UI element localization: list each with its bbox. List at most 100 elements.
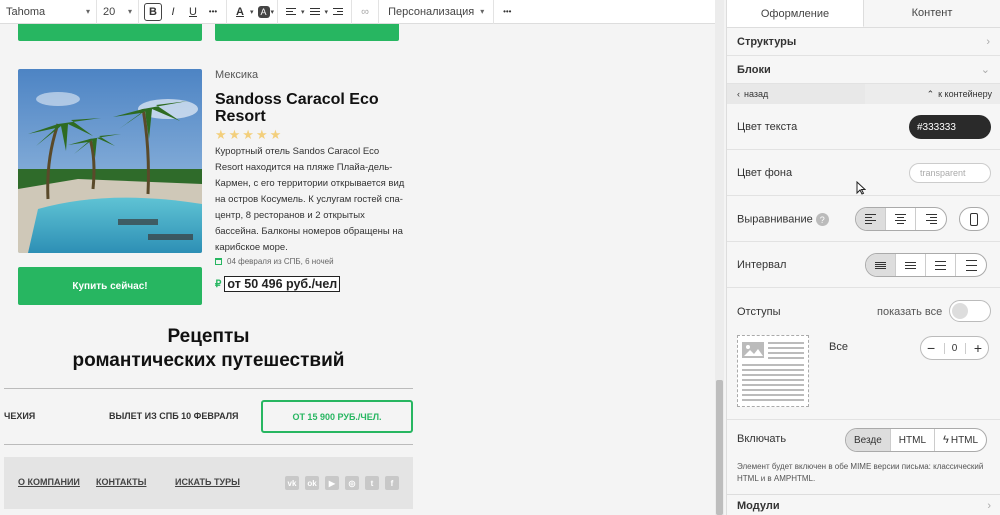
plus-icon[interactable]: + <box>974 340 982 356</box>
bold-button[interactable]: B <box>144 2 162 21</box>
more-options-button[interactable]: ••• <box>498 3 516 21</box>
font-family-select[interactable]: Tahoma ▾ <box>0 0 97 24</box>
padding-label: Отступы <box>737 306 781 318</box>
bg-color-value: transparent <box>920 168 966 178</box>
alignment-segment <box>855 207 947 231</box>
section-blocks-label: Блоки <box>737 63 771 76</box>
hotel-name: Sandoss Caracol Eco Resort <box>215 91 379 125</box>
padding-value[interactable]: 0 <box>943 342 966 354</box>
to-container-button[interactable]: ⌃ к контейнеру <box>865 84 1000 104</box>
lightning-icon: ϟ <box>943 434 949 446</box>
text-color-picker[interactable]: #333333 <box>909 115 991 139</box>
divider <box>4 388 413 389</box>
footer-link-about[interactable]: О КОМПАНИИ <box>18 477 80 487</box>
include-row: Включать Везде HTML ϟ HTML <box>727 420 1000 458</box>
padding-preview <box>737 335 809 407</box>
chevron-down-icon: ⌄ <box>980 64 990 76</box>
panel-tabs: Оформление Контент <box>727 0 1000 28</box>
padding-stepper[interactable]: − 0 + <box>920 336 989 360</box>
trip-dates-text: 04 февраля из СПБ, 6 ночей <box>227 257 334 266</box>
vk-icon[interactable]: vk <box>285 476 299 490</box>
tab-content[interactable]: Контент <box>863 0 1000 27</box>
align-icon[interactable] <box>282 3 300 21</box>
chevron-down-icon: ▾ <box>250 8 254 16</box>
hotel-image <box>18 69 202 253</box>
include-label: Включать <box>737 433 787 445</box>
font-size-value: 20 <box>103 5 116 18</box>
properties-panel: Оформление Контент Структуры › Блоки ⌄ ‹… <box>726 0 1000 515</box>
font-family-value: Tahoma <box>6 5 46 18</box>
bg-color-button[interactable]: A <box>257 5 270 18</box>
include-html-button[interactable]: HTML <box>891 429 936 451</box>
price-text-selected[interactable]: от 50 496 руб./чел <box>224 276 341 292</box>
divider <box>4 444 413 445</box>
mobile-button[interactable] <box>959 207 989 231</box>
youtube-icon[interactable]: ▶ <box>325 476 339 490</box>
ruble-icon: ₽ <box>215 278 222 290</box>
calendar-icon <box>215 258 222 265</box>
row-departure: ВЫЛЕТ ИЗ СПБ 10 ФЕВРАЛЯ <box>109 411 239 421</box>
interval-2-button[interactable] <box>896 254 926 276</box>
interval-label: Интервал <box>737 259 787 271</box>
section-modules[interactable]: Модули › <box>727 494 1000 515</box>
text-color-button[interactable]: A <box>231 3 249 21</box>
twitter-icon[interactable]: t <box>365 476 379 490</box>
bg-color-label: Цвет фона <box>737 167 793 179</box>
help-icon[interactable]: ? <box>815 213 829 226</box>
mouse-cursor-icon <box>856 180 867 200</box>
align-right-button[interactable] <box>916 208 946 230</box>
alignment-row: Выравнивание? <box>727 196 1000 242</box>
buy-now-button[interactable]: Купить сейчас! <box>18 267 202 305</box>
trip-dates: 04 февраля из СПБ, 6 ночей <box>215 257 334 266</box>
chevron-down-icon: ▾ <box>324 8 329 16</box>
italic-button[interactable]: I <box>164 3 182 21</box>
mobile-icon <box>960 208 988 230</box>
interval-3-button[interactable] <box>926 254 956 276</box>
personalization-select[interactable]: Персонализация ▾ <box>382 0 490 24</box>
footer-link-contacts[interactable]: КОНТАКТЫ <box>96 477 146 487</box>
text-color-row: Цвет текста #333333 <box>727 104 1000 150</box>
canvas-scrollbar-thumb[interactable] <box>716 380 723 515</box>
link-icon[interactable]: ∞ <box>356 3 374 21</box>
chevron-down-icon: ▾ <box>85 7 90 16</box>
interval-4-button[interactable] <box>956 254 986 276</box>
section-structures[interactable]: Структуры › <box>727 28 1000 56</box>
show-all-toggle[interactable] <box>949 300 991 322</box>
chevron-down-icon: ▾ <box>480 7 485 16</box>
hotel-country: Мексика <box>215 69 259 81</box>
chevron-right-icon: › <box>987 500 991 512</box>
recipes-heading: Рецепты романтических путешествий <box>4 325 413 373</box>
include-segment: Везде HTML ϟ HTML <box>845 428 988 452</box>
include-everywhere-button[interactable]: Везде <box>846 429 891 451</box>
indent-icon[interactable] <box>329 3 347 21</box>
minus-icon[interactable]: − <box>927 340 935 356</box>
more-format-button[interactable]: ••• <box>204 3 222 21</box>
instagram-icon[interactable]: ◎ <box>345 476 359 490</box>
alignment-label-wrap: Выравнивание? <box>737 213 829 226</box>
list-icon[interactable] <box>306 3 324 21</box>
back-button[interactable]: ‹ назад <box>727 84 865 104</box>
chevron-left-icon: ‹ <box>737 89 740 99</box>
chevron-down-icon: ▾ <box>127 7 132 16</box>
footer-link-search[interactable]: ИСКАТЬ ТУРЫ <box>175 477 240 487</box>
underline-button[interactable]: U <box>184 3 202 21</box>
include-amphtml-button[interactable]: ϟ HTML <box>935 429 986 451</box>
include-amphtml-label: HTML <box>950 434 979 446</box>
font-size-select[interactable]: 20 ▾ <box>97 0 139 24</box>
email-footer: О КОМПАНИИ КОНТАКТЫ ИСКАТЬ ТУРЫ vk ok ▶ … <box>4 457 413 509</box>
align-left-button[interactable] <box>856 208 886 230</box>
row-price-button[interactable]: ОТ 15 900 РУБ./ЧЕЛ. <box>261 400 413 433</box>
chevron-down-icon: ▾ <box>301 8 305 16</box>
bg-color-picker[interactable]: transparent <box>909 163 991 183</box>
email-canvas: Tahoma ▾ 20 ▾ B I U ••• A ▾ A ▾ ▾ ▾ ∞ Пе… <box>0 0 715 515</box>
ok-icon[interactable]: ok <box>305 476 319 490</box>
facebook-icon[interactable]: f <box>385 476 399 490</box>
email-body: Мексика Sandoss Caracol Eco Resort ★★★★★… <box>4 0 413 515</box>
hotel-description: Курортный отель Sandos Caracol Eco Resor… <box>215 146 405 253</box>
align-center-button[interactable] <box>886 208 916 230</box>
recipes-heading-line-1: Рецепты <box>167 326 250 347</box>
include-hint: Элемент будет включен в обе MIME версии … <box>737 462 984 483</box>
interval-1-button[interactable] <box>866 254 896 276</box>
tab-design[interactable]: Оформление <box>727 0 863 27</box>
section-blocks[interactable]: Блоки ⌄ <box>727 56 1000 84</box>
